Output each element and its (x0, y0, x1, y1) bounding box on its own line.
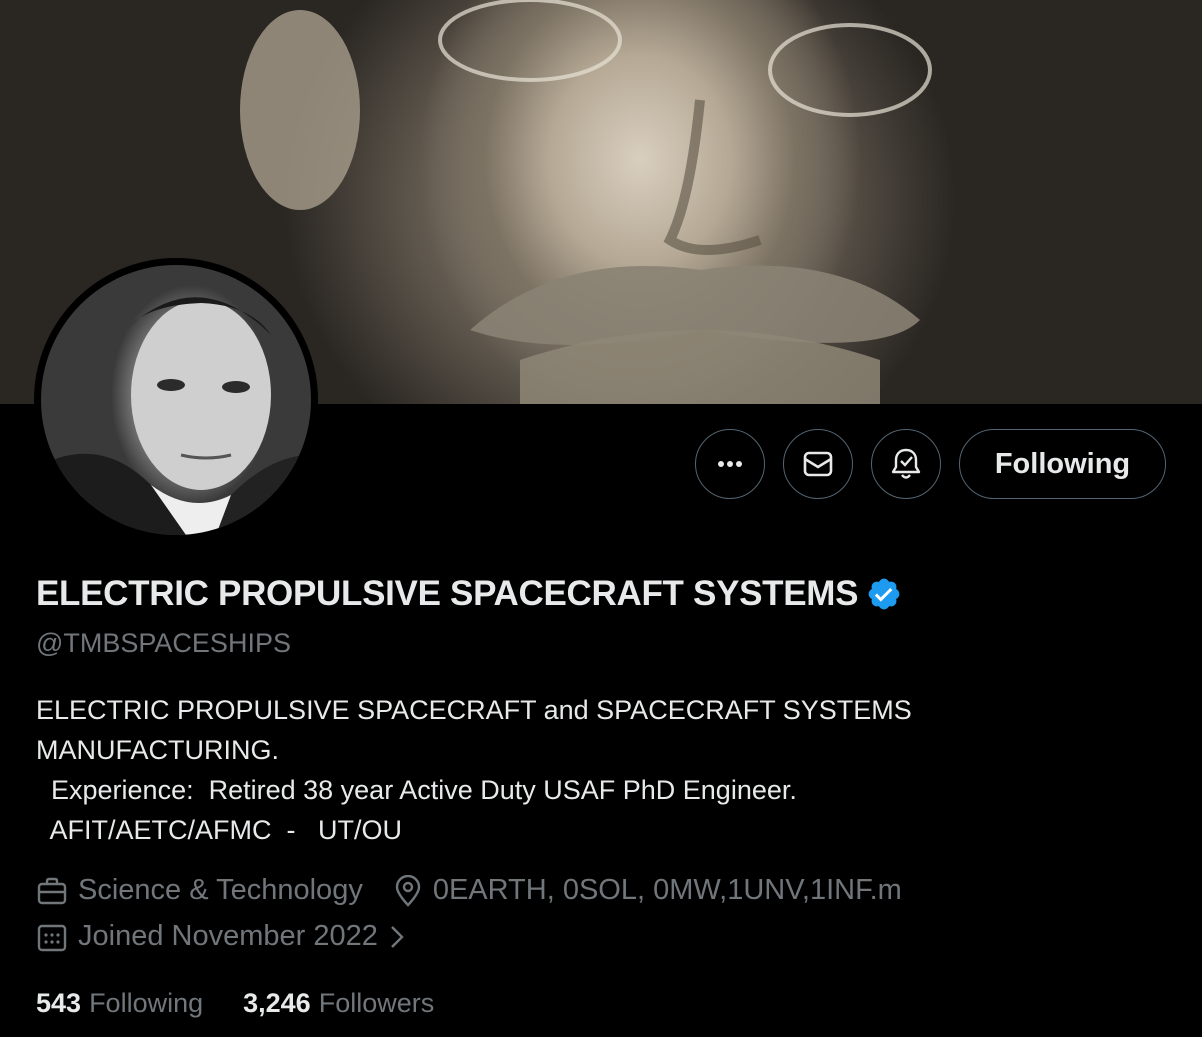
profile-joined-row[interactable]: Joined November 2022 (36, 920, 436, 953)
profile-name: ELECTRIC PROPULSIVE SPACECRAFT SYSTEMS (36, 574, 859, 613)
bio-line: Experience: Retired 38 year Active Duty … (36, 775, 797, 805)
notifications-button[interactable] (871, 429, 941, 499)
following-button[interactable]: Following (959, 429, 1166, 499)
message-button[interactable] (783, 429, 853, 499)
bio-line: MANUFACTURING. (36, 735, 279, 765)
verified-badge-icon[interactable] (866, 576, 902, 612)
profile-meta-row: Science & Technology 0EARTH, 0SOL, 0MW,1… (36, 874, 932, 907)
location-item: 0EARTH, 0SOL, 0MW,1UNV,1INF.m (393, 874, 902, 907)
more-button[interactable] (695, 429, 765, 499)
bio-line: AFIT/AETC/AFMC - UT/OU (36, 815, 403, 845)
following-count: 543 (36, 988, 82, 1018)
followers-count: 3,246 (243, 988, 311, 1018)
joined-text: Joined November 2022 (78, 920, 378, 952)
profile-stats: 543 Following 3,246 Followers (36, 988, 434, 1019)
following-stat-link[interactable]: 543 Following (36, 988, 203, 1019)
calendar-icon (37, 924, 67, 951)
avatar[interactable] (41, 265, 311, 535)
profile-actions: Following (695, 429, 1166, 499)
envelope-icon (803, 451, 833, 477)
more-icon (718, 461, 742, 467)
profile-bio: ELECTRIC PROPULSIVE SPACECRAFT and SPACE… (36, 690, 912, 850)
chevron-right-icon (391, 925, 404, 948)
profile-name-row: ELECTRIC PROPULSIVE SPACECRAFT SYSTEMS (36, 574, 902, 614)
joined-item[interactable]: Joined November 2022 (36, 920, 406, 953)
profile-handle: @TMBSPACESHIPS (36, 628, 291, 658)
category-item: Science & Technology (36, 874, 363, 907)
bio-line: ELECTRIC PROPULSIVE SPACECRAFT and SPACE… (36, 695, 912, 725)
bell-check-icon (891, 448, 921, 479)
location-pin-icon (395, 874, 421, 907)
followers-label: Followers (318, 988, 435, 1018)
location-text: 0EARTH, 0SOL, 0MW,1UNV,1INF.m (432, 874, 902, 906)
followers-stat-link[interactable]: 3,246 Followers (243, 988, 434, 1019)
briefcase-icon (37, 877, 67, 904)
avatar-frame[interactable] (34, 258, 318, 542)
following-label: Following (89, 988, 204, 1018)
category-text: Science & Technology (78, 874, 363, 906)
